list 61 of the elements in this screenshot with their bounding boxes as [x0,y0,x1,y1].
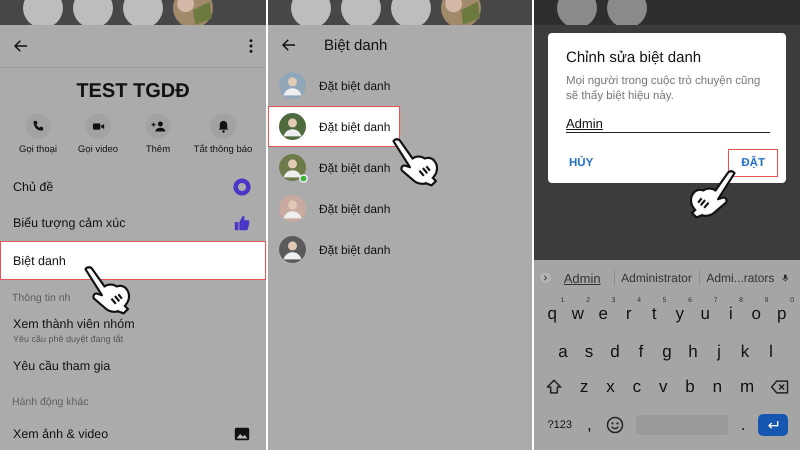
add-person-icon [150,118,166,134]
dialog-description: Mọi người trong cuộc trò chuyện cũng sẽ thấy biệt hiệu này. [566,74,762,104]
thumbs-up-icon [233,214,251,232]
settings-label: Biệt danh [13,254,66,268]
comma-key[interactable]: , [584,413,594,437]
nickname-item[interactable]: Đặt biệt danh [268,229,400,270]
settings-item[interactable]: Yêu cầu tham gia [0,348,266,384]
theme-icon [233,178,251,196]
keyboard-key[interactable]: s [576,334,602,364]
image-icon [233,425,251,443]
group-name: TEST TGDĐ [75,80,191,103]
keyboard-key[interactable]: g [654,334,680,364]
settings-label: Chủ đề [13,180,54,194]
settings-label: Xem thành viên nhóm [13,316,135,330]
symbols-key[interactable]: ?123 [546,413,574,437]
keyboard-key[interactable]: d [602,334,628,364]
settings-item[interactable]: Xem ảnh & video [0,416,266,450]
enter-key[interactable] [758,414,788,436]
section-header: Hành động khác [12,395,88,410]
nickname-input-field[interactable]: Admin [566,116,770,133]
cancel-button[interactable]: HỦY [566,149,606,177]
settings-sublabel: Yêu cầu phê duyệt đang tắt [13,334,124,344]
phone-icon [30,118,46,134]
keyboard-key[interactable]: n [710,375,724,399]
keyboard-key[interactable]: h [680,334,706,364]
keyboard-key[interactable]: m [738,375,756,399]
suggestion[interactable]: Admin [558,270,607,286]
section-header: Thông tin nh [12,291,70,306]
period-key[interactable]: . [738,413,748,437]
settings-item[interactable]: Biệt danh [0,241,266,280]
keyboard-key[interactable]: l [758,334,784,364]
keyboard-key[interactable]: x [604,375,617,399]
keyboard-key[interactable]: v [656,375,670,399]
keyboard-key[interactable]: a [550,334,576,364]
settings-label: Yêu cầu tham gia [13,359,110,373]
nickname-item[interactable]: Đặt biệt danh [268,147,400,188]
nickname-item[interactable]: Đặt biệt danh [268,65,400,106]
suggestion[interactable]: Admi...rators [706,271,774,285]
emoji-icon[interactable] [604,415,625,435]
call-button[interactable]: Gọi thoại [10,113,66,155]
keyboard-key[interactable]: k [732,334,758,364]
keyboard-key[interactable]: c [630,375,644,399]
settings-item[interactable]: Chủ đề [0,169,266,205]
suggestion[interactable]: Administrator [621,271,692,285]
video-call-button[interactable]: Gọi video [70,113,126,155]
keyboard-key[interactable]: j [706,334,732,364]
keyboard-key[interactable]: b [683,375,697,399]
settings-label: Xem ảnh & video [13,427,108,441]
mute-button[interactable]: Tắt thông báo [190,113,256,155]
dialog-title: Chỉnh sửa biệt danh [566,49,702,66]
settings-label: Biểu tượng cảm xúc [13,216,126,230]
more-options-icon[interactable] [248,38,254,54]
set-button[interactable]: ĐẶT [728,149,778,177]
settings-item[interactable]: Biểu tượng cảm xúc [0,205,266,241]
add-member-button[interactable]: Thêm [130,113,186,155]
nickname-item[interactable]: Đặt biệt danh [268,106,400,147]
keyboard-key[interactable]: z [578,375,590,399]
screen-title: Biệt danh [324,36,388,54]
nickname-item[interactable]: Đặt biệt danh [268,188,400,229]
keyboard-key[interactable]: f [628,334,654,364]
settings-item[interactable]: Xem thành viên nhóm Yêu cầu phê duyệt đang tắt [0,312,266,348]
